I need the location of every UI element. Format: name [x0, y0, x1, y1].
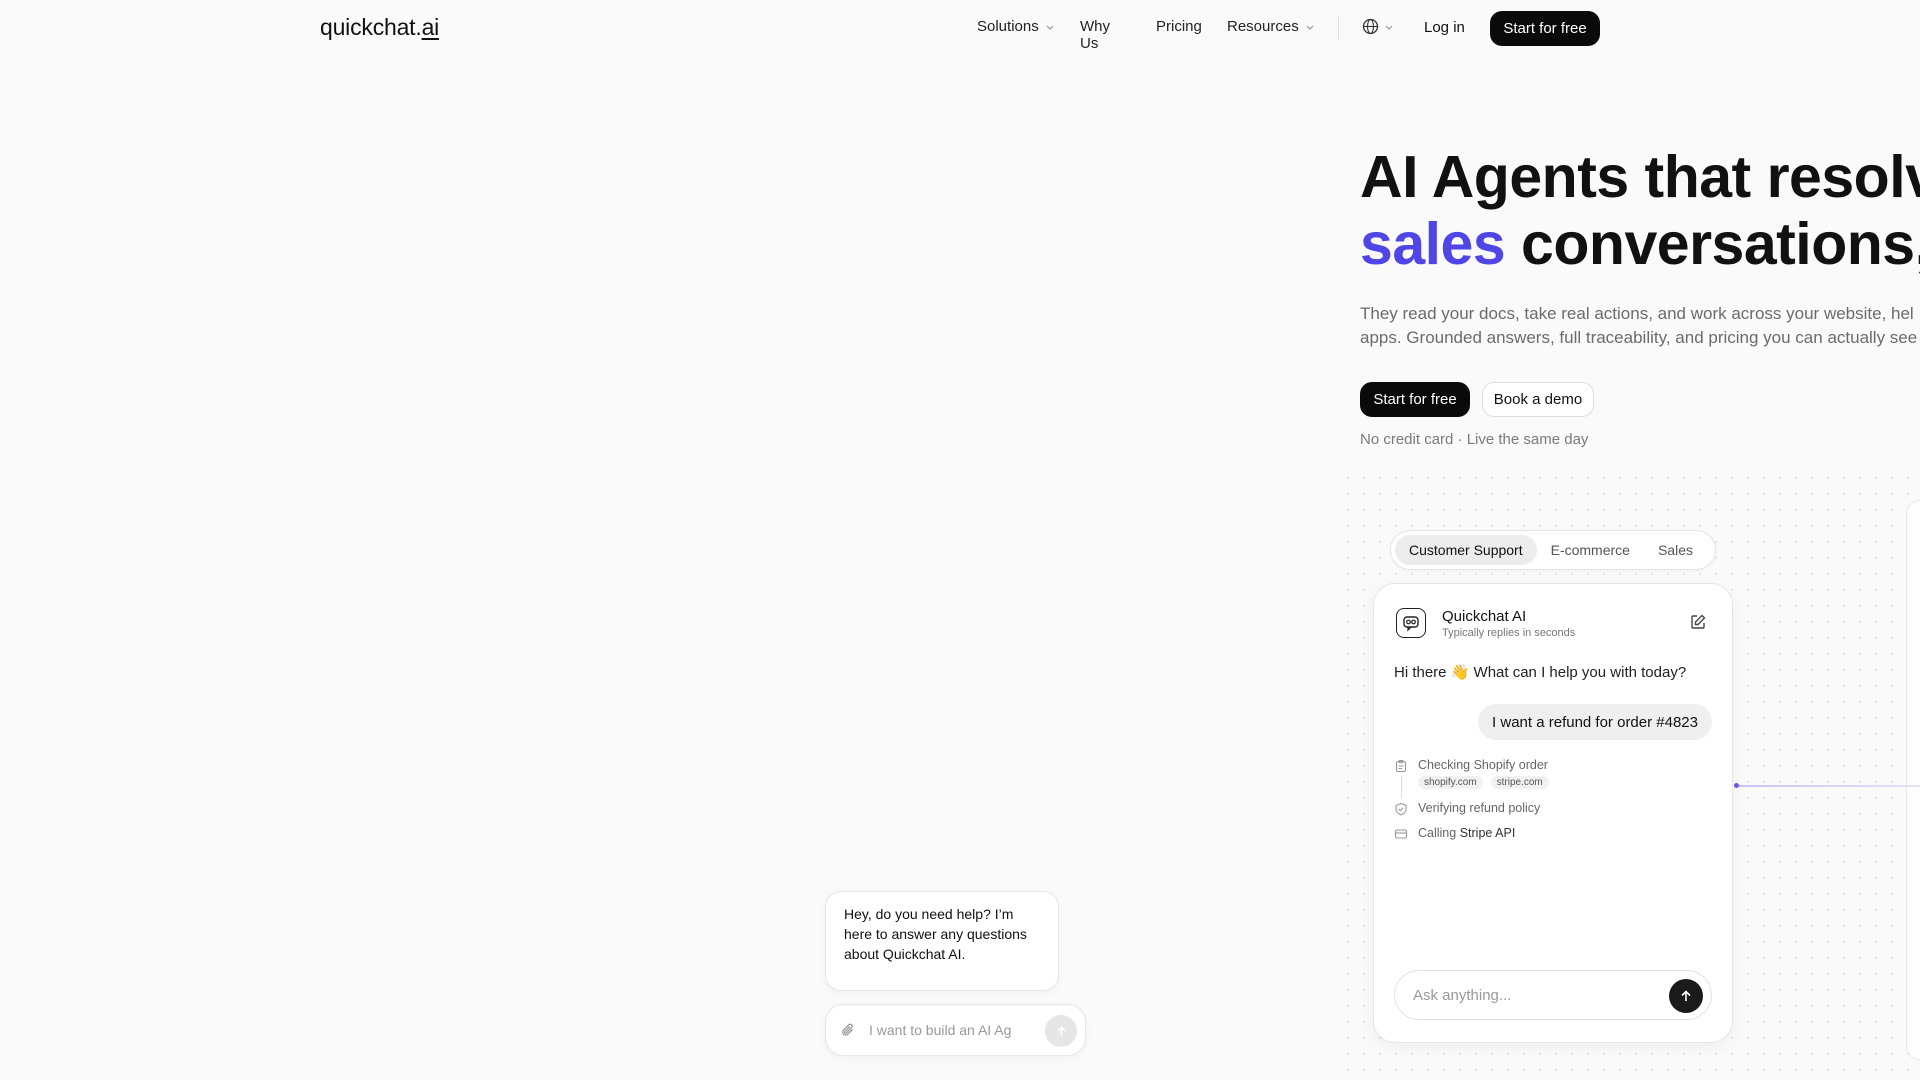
demo-chat-card: Quickchat AI Typically replies in second… [1373, 583, 1733, 1043]
step-verify-policy: Verifying refund policy [1394, 801, 1694, 826]
bot-name: Quickchat AI [1442, 608, 1527, 625]
logo-suffix: ai [421, 14, 440, 40]
hero-start-free-button[interactable]: Start for free [1360, 382, 1470, 417]
page: quickchat.ai Solutions Why Us Pricing Re… [0, 0, 1920, 1080]
arrow-up-icon [1681, 990, 1691, 1001]
hero-subtitle-line2: apps. Grounded answers, full traceabilit… [1360, 328, 1918, 347]
step-call-api: Calling Stripe API [1394, 826, 1694, 841]
clipboard-icon [1395, 760, 1407, 773]
shield-icon [1395, 802, 1407, 816]
secondary-card-edge [1906, 500, 1920, 1060]
hero-subtitle-line1: They read your docs, take real actions, … [1360, 304, 1914, 323]
tab-sales[interactable]: Sales [1644, 535, 1707, 565]
step-call-api-label: Stripe API [1459, 826, 1516, 840]
login-link[interactable]: Log in [1424, 19, 1465, 36]
logo-text: quickchat. [320, 14, 422, 40]
step-verify-policy-label: Verifying refund policy [1418, 801, 1541, 815]
step-check-order-label: Checking Shopify order [1418, 758, 1548, 772]
chevron-down-icon [1385, 25, 1393, 30]
nav-solutions[interactable]: Solutions [977, 18, 1055, 35]
globe-icon [1362, 18, 1379, 35]
widget-input[interactable] [869, 1022, 1015, 1038]
arrow-up-icon [1056, 1025, 1066, 1036]
header-start-free-button[interactable]: Start for free [1490, 11, 1600, 46]
nav-pricing-label: Pricing [1156, 18, 1202, 35]
agent-steps: Checking Shopify order shopify.com strip… [1394, 758, 1694, 841]
tab-customer-support[interactable]: Customer Support [1395, 535, 1537, 565]
widget-message: Hey, do you need help? I’m here to answe… [825, 891, 1059, 991]
user-message: I want a refund for order #4823 [1478, 704, 1712, 740]
hero-title: AI Agents that resolve sales conversatio… [1360, 144, 1920, 278]
tab-e-commerce[interactable]: E-commerce [1537, 535, 1644, 565]
nav-solutions-label: Solutions [977, 18, 1039, 35]
chat-input[interactable] [1413, 986, 1663, 1004]
step-check-order: Checking Shopify order shopify.com strip… [1394, 758, 1694, 801]
nav-divider [1338, 16, 1339, 40]
nav-why-us[interactable]: Why Us [1080, 18, 1110, 52]
step-connector [1401, 776, 1402, 798]
hero-title-line2: conversations, n [1521, 211, 1920, 277]
bot-greeting: Hi there 👋 What can I help you with toda… [1394, 664, 1687, 681]
connector-line [1737, 785, 1920, 787]
bot-avatar [1396, 608, 1426, 638]
hero-subtitle: They read your docs, take real actions, … [1360, 302, 1920, 350]
source-chips: shopify.com stripe.com [1418, 776, 1549, 789]
hero-note: No credit card · Live the same day [1360, 431, 1589, 448]
nav-why-us-label: Why Us [1080, 18, 1110, 52]
chevron-down-icon [1046, 25, 1054, 30]
widget-input-box [825, 1004, 1086, 1056]
nav-resources-label: Resources [1227, 18, 1299, 35]
logo[interactable]: quickchat.ai [320, 14, 439, 41]
source-chip-stripe: stripe.com [1490, 776, 1549, 789]
widget-send-button[interactable] [1045, 1015, 1077, 1047]
nav-pricing[interactable]: Pricing [1156, 18, 1202, 35]
demo-tabs: Customer Support E-commerce Sales [1390, 530, 1716, 570]
hero-title-line1: AI Agents that resolve [1360, 144, 1920, 210]
chevron-down-icon [1306, 25, 1314, 30]
send-button[interactable] [1669, 979, 1703, 1013]
card-icon [1394, 829, 1408, 839]
bot-status: Typically replies in seconds [1442, 627, 1576, 639]
book-demo-button[interactable]: Book a demo [1482, 382, 1594, 417]
hero-title-accent: sales [1360, 211, 1506, 277]
quickchat-logo-icon [1403, 616, 1419, 632]
nav-resources[interactable]: Resources [1227, 18, 1315, 35]
connector-dot [1734, 783, 1739, 788]
language-selector[interactable] [1362, 18, 1394, 35]
paperclip-icon[interactable] [840, 1022, 857, 1039]
chat-input-box [1394, 970, 1712, 1020]
edit-icon[interactable] [1690, 614, 1706, 630]
source-chip-shopify: shopify.com [1418, 776, 1483, 789]
step-call-prefix: Calling [1418, 826, 1457, 840]
